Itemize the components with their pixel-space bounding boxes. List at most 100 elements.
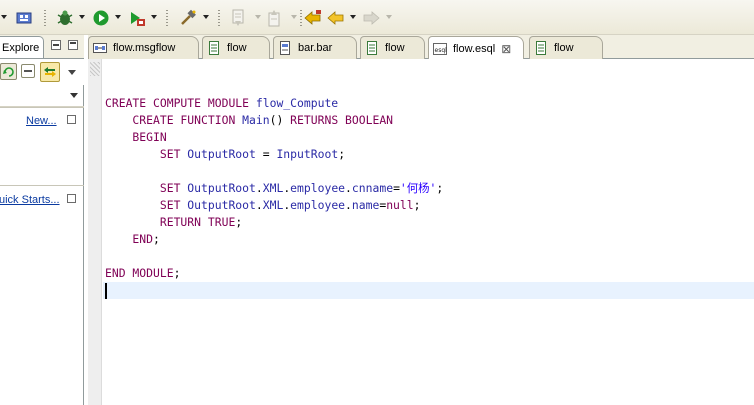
debug-dropdown-arrow[interactable] bbox=[79, 15, 85, 19]
code-token: InputRoot bbox=[276, 147, 339, 161]
view-menu-icon[interactable] bbox=[68, 70, 76, 75]
code-token: RETURN TRUE bbox=[105, 215, 236, 229]
tab-bar-bar[interactable]: bar.bar bbox=[273, 36, 357, 59]
code-token: RETURNS BOOLEAN bbox=[290, 113, 394, 127]
code-token: Main bbox=[242, 113, 270, 127]
external-tools-dropdown-arrow[interactable] bbox=[151, 15, 157, 19]
code-token: BEGIN bbox=[105, 130, 167, 144]
esql-icon: esql bbox=[433, 42, 448, 55]
code-line: RETURN TRUE; bbox=[105, 214, 242, 231]
next-annotation-dropdown-arrow[interactable] bbox=[255, 15, 261, 19]
explorer-dropdown[interactable] bbox=[0, 85, 84, 107]
restore-icon[interactable] bbox=[67, 115, 76, 124]
code-token: CREATE COMPUTE MODULE bbox=[105, 96, 256, 110]
tab-flow-2[interactable]: flow bbox=[360, 36, 425, 59]
prev-annotation-dropdown-arrow[interactable] bbox=[291, 15, 297, 19]
tab-flow-3[interactable]: flow bbox=[529, 36, 603, 59]
code-token: cnname bbox=[351, 181, 394, 195]
code-line: END; bbox=[105, 231, 159, 248]
grid-icon[interactable] bbox=[16, 9, 32, 27]
tab-label: flow bbox=[227, 42, 247, 54]
code-token: XML bbox=[262, 181, 284, 195]
tab-label: flow.esql bbox=[453, 42, 496, 55]
code-token: XML bbox=[262, 198, 284, 212]
code-token: employee bbox=[290, 198, 346, 212]
maximize-icon[interactable] bbox=[68, 40, 78, 50]
code-token: flow_Compute bbox=[255, 96, 339, 110]
code-token: ; bbox=[436, 181, 444, 195]
toolbar-separator bbox=[44, 10, 46, 26]
forward-dropdown-arrow[interactable] bbox=[386, 15, 392, 19]
svg-text:esql: esql bbox=[435, 47, 448, 54]
toolbar-separator bbox=[300, 10, 302, 26]
debug-icon[interactable] bbox=[56, 9, 74, 27]
minimize-icon[interactable] bbox=[51, 40, 61, 50]
code-token: = bbox=[393, 181, 400, 195]
tab-explorer[interactable]: Explore bbox=[0, 36, 44, 58]
code-token: ; bbox=[338, 147, 346, 161]
prev-annotation-icon[interactable] bbox=[266, 9, 282, 27]
close-icon[interactable]: ⊠ bbox=[501, 42, 511, 56]
code-token: '何杨' bbox=[399, 181, 437, 195]
code-token: name bbox=[351, 198, 380, 212]
code-line: CREATE FUNCTION Main() RETURNS BOOLEAN bbox=[105, 112, 393, 129]
tab-flow-1[interactable]: flow bbox=[202, 36, 270, 59]
toolbar-separator bbox=[166, 10, 168, 26]
sync-icon[interactable] bbox=[40, 62, 60, 82]
back-icon[interactable] bbox=[327, 9, 345, 27]
code-token: END MODULE bbox=[105, 266, 174, 280]
code-token: SET bbox=[105, 181, 188, 195]
new-link[interactable]: New... bbox=[26, 115, 57, 127]
external-tools-icon[interactable] bbox=[128, 9, 146, 27]
text-cursor bbox=[105, 283, 107, 299]
code-token: . bbox=[345, 198, 352, 212]
next-annotation-icon[interactable] bbox=[230, 9, 246, 27]
chevron-down-icon[interactable] bbox=[70, 93, 78, 98]
explorer-toolbar bbox=[0, 59, 84, 85]
code-line: SET OutputRoot.XML.employee.cnname='何杨'; bbox=[105, 180, 443, 197]
back-dropdown-arrow[interactable] bbox=[350, 15, 356, 19]
code-token: OutputRoot bbox=[187, 181, 256, 195]
quick-starts-link[interactable]: uick Starts... bbox=[0, 194, 60, 206]
code-token: employee bbox=[290, 181, 346, 195]
last-edit-icon[interactable] bbox=[304, 9, 322, 27]
code-line: END MODULE; bbox=[105, 265, 180, 282]
code-token: () bbox=[269, 113, 291, 127]
code-token: . bbox=[255, 198, 263, 212]
hammer-dropdown-arrow[interactable] bbox=[203, 15, 209, 19]
code-line: SET OutputRoot.XML.employee.name=null; bbox=[105, 197, 421, 214]
code-token: SET bbox=[105, 198, 188, 212]
restore-icon[interactable] bbox=[67, 194, 76, 203]
current-line-highlight bbox=[103, 282, 754, 299]
esql-editor[interactable]: CREATE COMPUTE MODULE flow_Compute CREAT… bbox=[103, 59, 754, 405]
run-icon[interactable] bbox=[93, 9, 109, 27]
toolbar-separator bbox=[218, 10, 220, 26]
code-token: null bbox=[386, 198, 414, 212]
code-token: ; bbox=[235, 215, 243, 229]
editor-tabstrip: flow.msgflow flow bar.bar flow esql flow… bbox=[88, 35, 754, 60]
ruler-marker bbox=[90, 62, 100, 76]
code-line: CREATE COMPUTE MODULE flow_Compute bbox=[105, 95, 338, 112]
tab-label: flow bbox=[385, 42, 405, 54]
code-token: ; bbox=[413, 198, 421, 212]
main-toolbar bbox=[0, 0, 754, 35]
run-dropdown-arrow[interactable] bbox=[115, 15, 121, 19]
tab-label: flow.msgflow bbox=[113, 42, 176, 54]
file-icon bbox=[536, 41, 546, 55]
collapse-all-icon[interactable] bbox=[21, 64, 35, 78]
code-token: END bbox=[105, 232, 154, 246]
bar-file-icon bbox=[280, 41, 290, 55]
code-token: OutputRoot bbox=[187, 198, 256, 212]
code-token: OutputRoot bbox=[187, 147, 256, 161]
tab-flow-msgflow[interactable]: flow.msgflow bbox=[88, 36, 199, 59]
tab-flow-esql[interactable]: esql flow.esql ⊠ bbox=[428, 36, 524, 60]
dropdown-arrow[interactable] bbox=[1, 15, 7, 19]
link-editor-icon[interactable] bbox=[0, 63, 17, 80]
divider bbox=[0, 185, 84, 186]
forward-icon[interactable] bbox=[362, 9, 380, 27]
code-token: SET bbox=[105, 147, 188, 161]
code-token: ; bbox=[173, 266, 181, 280]
tab-label: bar.bar bbox=[298, 42, 333, 54]
code-token: . bbox=[345, 181, 352, 195]
hammer-icon[interactable] bbox=[179, 9, 197, 27]
